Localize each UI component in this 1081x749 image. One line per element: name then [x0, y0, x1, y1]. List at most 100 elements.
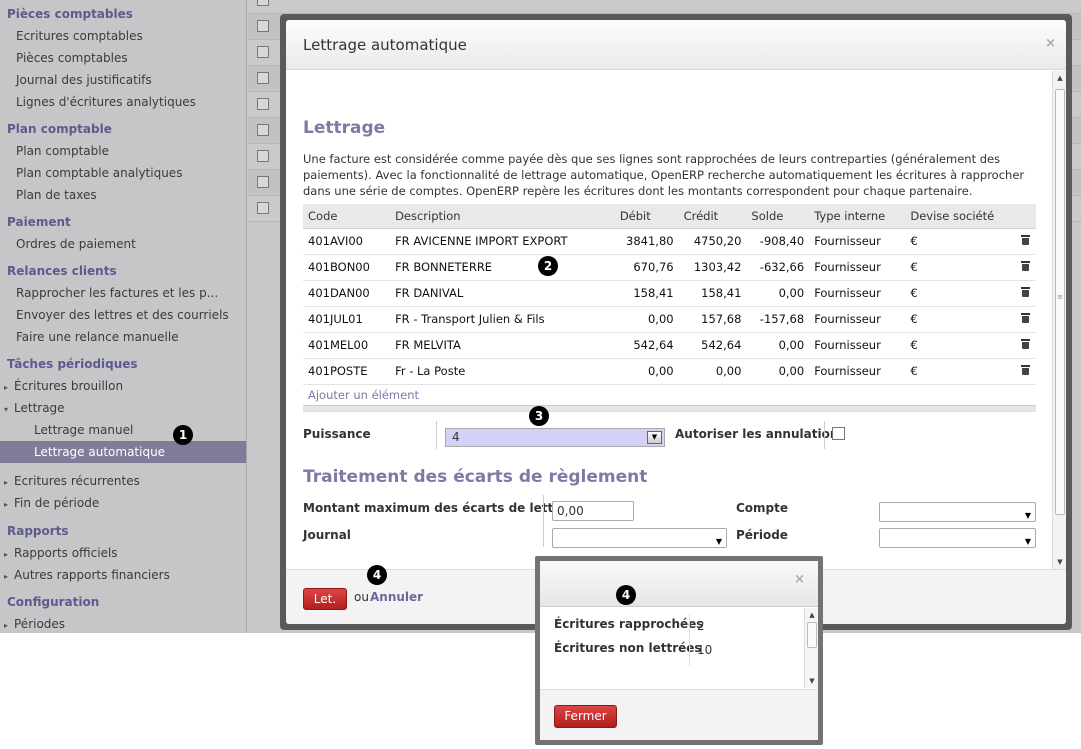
sidebar-item-envoyer-lettres[interactable]: Envoyer des lettres et des courriels — [0, 304, 246, 326]
close-icon[interactable]: × — [1045, 36, 1056, 51]
dialog-title: Lettrage automatique — [303, 36, 467, 54]
sidebar-item-ordres-paiement[interactable]: Ordres de paiement — [0, 233, 246, 255]
divider — [824, 421, 825, 449]
close-icon[interactable]: × — [794, 572, 805, 587]
table-header-row: Code Description Débit Crédit Solde Type… — [303, 204, 1036, 229]
sidebar: Pièces comptables Ecritures comptables P… — [0, 0, 247, 633]
cell-debit: 0,00 — [614, 358, 679, 385]
row-checkbox[interactable] — [257, 72, 269, 84]
sidebar-item-lettrage-manuel[interactable]: Lettrage manuel — [0, 419, 246, 441]
cell-debit: 542,64 — [614, 332, 679, 359]
table-row — [248, 0, 1081, 14]
sidebar-item-plan-analytique[interactable]: Plan comptable analytiques — [0, 162, 246, 184]
dialog-body: Lettrage Une facture est considérée comm… — [286, 71, 1066, 569]
row-checkbox[interactable] — [257, 98, 269, 110]
scroll-up-icon[interactable]: ▲ — [1053, 71, 1066, 85]
cell-solde: -632,66 — [746, 254, 810, 281]
row-checkbox[interactable] — [257, 124, 269, 136]
table-row[interactable]: 401AVI00 FR AVICENNE IMPORT EXPORT 3841,… — [303, 228, 1036, 255]
add-item-link[interactable]: Ajouter un élément — [308, 388, 419, 402]
sidebar-item-label: Ecritures récurrentes — [14, 474, 140, 488]
sidebar-item-lettrage[interactable]: ▾ Lettrage — [0, 397, 246, 419]
periode-select[interactable]: ▼ — [879, 528, 1036, 548]
row-checkbox[interactable] — [257, 0, 269, 6]
scroll-down-icon[interactable]: ▼ — [805, 674, 818, 688]
sidebar-item-lignes-analytiques[interactable]: Lignes d'écritures analytiques — [0, 91, 246, 113]
result-dialog: × Écritures rapprochées 2 Écritures non … — [540, 561, 818, 740]
row-checkbox[interactable] — [257, 176, 269, 188]
cell-solde: -908,40 — [746, 228, 810, 255]
sidebar-section-rapports: Rapports — [7, 524, 69, 538]
sidebar-item-fin-periode[interactable]: ▸ Fin de période — [0, 492, 246, 514]
delete-row-button[interactable] — [1013, 280, 1036, 307]
dialog-scrollbar[interactable]: ▲ ≡ ▼ — [1052, 71, 1066, 569]
sidebar-section-taches: Tâches périodiques — [7, 357, 138, 371]
row-checkbox[interactable] — [257, 20, 269, 32]
col-header-solde[interactable]: Solde — [746, 204, 810, 229]
sidebar-item-autres-rapports[interactable]: ▸ Autres rapports financiers — [0, 564, 246, 586]
compte-label: Compte — [736, 501, 789, 515]
compte-select[interactable]: ▼ — [879, 502, 1036, 522]
chevron-right-icon: ▸ — [4, 621, 9, 630]
delete-row-button[interactable] — [1013, 254, 1036, 281]
chevron-right-icon: ▸ — [4, 572, 9, 581]
cell-code: 401POSTE — [303, 358, 391, 385]
sidebar-item-ecritures-comptables[interactable]: Ecritures comptables — [0, 25, 246, 47]
chevron-down-icon[interactable]: ▼ — [647, 431, 662, 444]
result-scrollbar[interactable]: ▲ ▼ — [804, 608, 818, 688]
divider — [436, 421, 437, 449]
sidebar-item-rapports-officiels[interactable]: ▸ Rapports officiels — [0, 542, 246, 564]
scroll-up-icon[interactable]: ▲ — [805, 608, 818, 622]
delete-row-button[interactable] — [1013, 332, 1036, 359]
row-checkbox[interactable] — [257, 202, 269, 214]
col-header-devise[interactable]: Devise société — [905, 204, 1014, 229]
cell-solde: 0,00 — [746, 280, 810, 307]
table-row[interactable]: 401JUL01 FR - Transport Julien & Fils 0,… — [303, 306, 1036, 333]
sidebar-item-ecritures-brouillon[interactable]: ▸ Écritures brouillon — [0, 375, 246, 397]
journal-select[interactable]: ▼ — [552, 528, 727, 548]
autoriser-annulations-checkbox[interactable] — [832, 427, 845, 440]
scroll-down-icon[interactable]: ▼ — [1053, 555, 1066, 569]
cancel-link[interactable]: Annuler — [370, 590, 423, 604]
row-checkbox[interactable] — [257, 46, 269, 58]
col-header-description[interactable]: Description — [390, 204, 615, 229]
table-row[interactable]: 401MEL00 FR MELVITA 542,64 542,64 0,00 F… — [303, 332, 1036, 359]
sidebar-item-lettrage-automatique[interactable]: Lettrage automatique — [0, 441, 246, 463]
scroll-thumb[interactable] — [807, 622, 817, 648]
row-checkbox[interactable] — [257, 150, 269, 162]
sidebar-item-periodes[interactable]: ▸ Périodes — [0, 613, 246, 633]
cell-devise: € — [905, 358, 1014, 385]
delete-row-button[interactable] — [1013, 306, 1036, 333]
col-header-debit[interactable]: Débit — [614, 204, 679, 229]
col-header-code[interactable]: Code — [303, 204, 391, 229]
trash-icon — [1020, 339, 1030, 349]
montant-max-input[interactable]: 0,00 — [552, 501, 634, 521]
caret-down-icon: ▼ — [715, 537, 722, 546]
delete-row-button[interactable] — [1013, 358, 1036, 385]
table-row[interactable]: 401DAN00 FR DANIVAL 158,41 158,41 0,00 F… — [303, 280, 1036, 307]
sidebar-item-journal-justificatifs[interactable]: Journal des justificatifs — [0, 69, 246, 91]
let-button[interactable]: Let. — [303, 588, 347, 610]
sidebar-item-rapprocher[interactable]: Rapprocher les factures et les p... — [0, 282, 246, 304]
scroll-thumb[interactable]: ≡ — [1055, 89, 1065, 515]
accounts-table: Code Description Débit Crédit Solde Type… — [303, 204, 1036, 385]
trash-icon — [1020, 365, 1030, 375]
section-separator — [303, 405, 1036, 412]
periode-label: Période — [736, 528, 788, 542]
table-row[interactable]: 401BON00 FR BONNETERRE 670,76 1303,42 -6… — [303, 254, 1036, 281]
col-header-credit[interactable]: Crédit — [678, 204, 747, 229]
sidebar-item-label: Rapports officiels — [14, 546, 118, 560]
sidebar-item-ecritures-recurrentes[interactable]: ▸ Ecritures récurrentes — [0, 470, 246, 492]
sidebar-item-relance-manuelle[interactable]: Faire une relance manuelle — [0, 326, 246, 348]
sidebar-item-pieces-comptables[interactable]: Pièces comptables — [0, 47, 246, 69]
result-header: × — [540, 561, 818, 607]
sidebar-item-plan-taxes[interactable]: Plan de taxes — [0, 184, 246, 206]
delete-row-button[interactable] — [1013, 228, 1036, 255]
sidebar-item-plan-comptable[interactable]: Plan comptable — [0, 140, 246, 162]
col-header-type-interne[interactable]: Type interne — [809, 204, 906, 229]
result-body: Écritures rapprochées 2 Écritures non le… — [540, 608, 818, 688]
table-row[interactable]: 401POSTE Fr - La Poste 0,00 0,00 0,00 Fo… — [303, 358, 1036, 385]
puissance-select[interactable]: 4 ▼ — [445, 428, 665, 447]
trash-icon — [1020, 261, 1030, 271]
fermer-button[interactable]: Fermer — [554, 705, 617, 728]
